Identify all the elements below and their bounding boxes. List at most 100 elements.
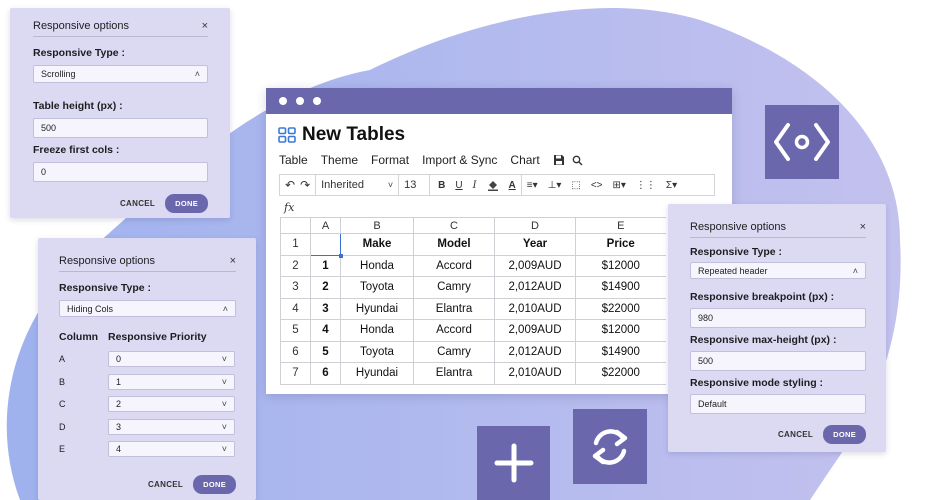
column-header-c[interactable]: C <box>413 217 495 234</box>
close-icon[interactable]: × <box>202 20 208 32</box>
table-cell[interactable]: Year <box>494 233 576 256</box>
table-cell[interactable]: Model <box>413 233 495 256</box>
cancel-button[interactable]: CANCEL <box>120 199 155 208</box>
priority-select[interactable]: 0 ˅ <box>108 351 235 368</box>
italic-button[interactable]: I <box>468 175 482 195</box>
row-header[interactable]: 2 <box>280 254 311 277</box>
add-tile[interactable] <box>477 426 550 500</box>
cancel-button[interactable]: CANCEL <box>148 480 183 489</box>
column-header-d[interactable]: D <box>494 217 576 234</box>
table-cell[interactable]: 4 <box>310 319 341 342</box>
column-header-e[interactable]: E <box>575 217 666 234</box>
table-cell[interactable]: $22000 <box>575 362 666 385</box>
priority-select[interactable]: 1 ˅ <box>108 373 235 390</box>
table-cell[interactable]: 5 <box>310 340 341 363</box>
table-cell[interactable]: Elantra <box>413 362 495 385</box>
table-cell[interactable]: 1 <box>310 254 341 277</box>
corner-cell[interactable] <box>280 217 311 234</box>
row-header[interactable]: 1 <box>280 233 311 256</box>
freeze-cols-input[interactable]: 0 <box>33 162 208 182</box>
table-cell[interactable]: Accord <box>413 254 495 277</box>
cancel-button[interactable]: CANCEL <box>778 430 813 439</box>
max-height-input[interactable]: 500 <box>690 351 866 371</box>
redo-icon[interactable]: ↷ <box>300 175 315 195</box>
table-cell[interactable]: $14900 <box>575 340 666 363</box>
responsive-type-select[interactable]: Hiding Cols ˄ <box>59 300 236 317</box>
table-cell[interactable]: 2,009AUD <box>494 319 576 342</box>
formula-icon[interactable]: fx <box>284 201 294 214</box>
priority-select[interactable]: 2 ˅ <box>108 396 235 413</box>
close-icon[interactable]: × <box>860 221 866 233</box>
done-button[interactable]: DONE <box>193 474 236 494</box>
responsive-type-select[interactable]: Repeated header ˄ <box>690 262 866 279</box>
underline-button[interactable]: U <box>450 175 467 195</box>
row-header[interactable]: 4 <box>280 297 311 320</box>
table-cell[interactable]: $14900 <box>575 276 666 299</box>
embed-tile[interactable] <box>765 105 839 179</box>
code-icon[interactable]: <> <box>586 175 608 195</box>
table-cell[interactable]: 2,012AUD <box>494 276 576 299</box>
table-cell[interactable]: Honda <box>340 319 414 342</box>
table-cell[interactable]: Camry <box>413 276 495 299</box>
priority-select[interactable]: 4 ˅ <box>108 441 235 458</box>
sigma-icon[interactable]: Σ ▾ <box>661 175 682 195</box>
table-cell[interactable]: 2,010AUD <box>494 362 576 385</box>
column-header-b[interactable]: B <box>340 217 414 234</box>
valign-icon[interactable]: ⊥▾ <box>543 175 567 195</box>
menu-table[interactable]: Table <box>279 153 308 167</box>
row-header[interactable]: 3 <box>280 276 311 299</box>
priority-select[interactable]: 3 ˅ <box>108 418 235 435</box>
window-dot[interactable] <box>296 97 304 105</box>
close-icon[interactable]: × <box>230 255 236 267</box>
table-cell[interactable]: 2,009AUD <box>494 254 576 277</box>
align-icon[interactable]: ≡▾ <box>522 175 543 195</box>
done-button[interactable]: DONE <box>165 194 208 213</box>
table-cell[interactable]: Camry <box>413 340 495 363</box>
table-cell[interactable]: $22000 <box>575 297 666 320</box>
menu-import-sync[interactable]: Import & Sync <box>422 153 497 167</box>
menu-chart[interactable]: Chart <box>510 153 539 167</box>
row-header[interactable]: 6 <box>280 340 311 363</box>
font-size-input[interactable]: 13 <box>399 175 429 195</box>
table-cell[interactable]: 2,010AUD <box>494 297 576 320</box>
window-dot[interactable] <box>279 97 287 105</box>
table-cell[interactable]: 3 <box>310 297 341 320</box>
sync-tile[interactable] <box>573 409 647 484</box>
table-cell[interactable]: Hyundai <box>340 297 414 320</box>
mode-styling-input[interactable]: Default <box>690 394 866 414</box>
window-dot[interactable] <box>313 97 321 105</box>
table-cell[interactable]: Elantra <box>413 297 495 320</box>
table-grid-icon[interactable]: ⊞▾ <box>608 175 631 195</box>
row-header[interactable]: 7 <box>280 362 311 385</box>
table-cell[interactable]: Price <box>575 233 666 256</box>
table-cell[interactable]: 2 <box>310 276 341 299</box>
table-cell[interactable]: Hyundai <box>340 362 414 385</box>
table-cell[interactable]: Toyota <box>340 276 414 299</box>
table-cell[interactable]: $12000 <box>575 319 666 342</box>
fill-color-icon[interactable] <box>482 175 504 195</box>
table-cell[interactable]: Toyota <box>340 340 414 363</box>
table-cell[interactable]: Accord <box>413 319 495 342</box>
merge-icon[interactable]: ⋮⋮ <box>631 175 661 195</box>
text-color-icon[interactable]: A <box>504 175 521 195</box>
undo-icon[interactable]: ↶ <box>280 175 300 195</box>
table-cell[interactable]: 6 <box>310 362 341 385</box>
table-height-input[interactable]: 500 <box>33 118 208 138</box>
table-cell[interactable]: 2,012AUD <box>494 340 576 363</box>
table-cell[interactable]: $12000 <box>575 254 666 277</box>
column-header-a[interactable]: A <box>310 217 341 234</box>
bold-button[interactable]: B <box>430 175 450 195</box>
border-icon[interactable]: ⬚ <box>566 175 585 195</box>
table-cell[interactable]: Make <box>340 233 414 256</box>
responsive-type-select[interactable]: Scrolling ˄ <box>33 65 208 83</box>
font-family-select[interactable]: Inherited ˅ <box>316 175 398 195</box>
breakpoint-input[interactable]: 980 <box>690 308 866 328</box>
search-icon[interactable] <box>572 155 583 166</box>
menu-format[interactable]: Format <box>371 153 409 167</box>
done-button[interactable]: DONE <box>823 425 866 444</box>
menu-theme[interactable]: Theme <box>321 153 358 167</box>
table-cell[interactable]: Honda <box>340 254 414 277</box>
selected-cell[interactable] <box>310 233 344 258</box>
save-icon[interactable] <box>553 154 565 166</box>
row-header[interactable]: 5 <box>280 319 311 342</box>
